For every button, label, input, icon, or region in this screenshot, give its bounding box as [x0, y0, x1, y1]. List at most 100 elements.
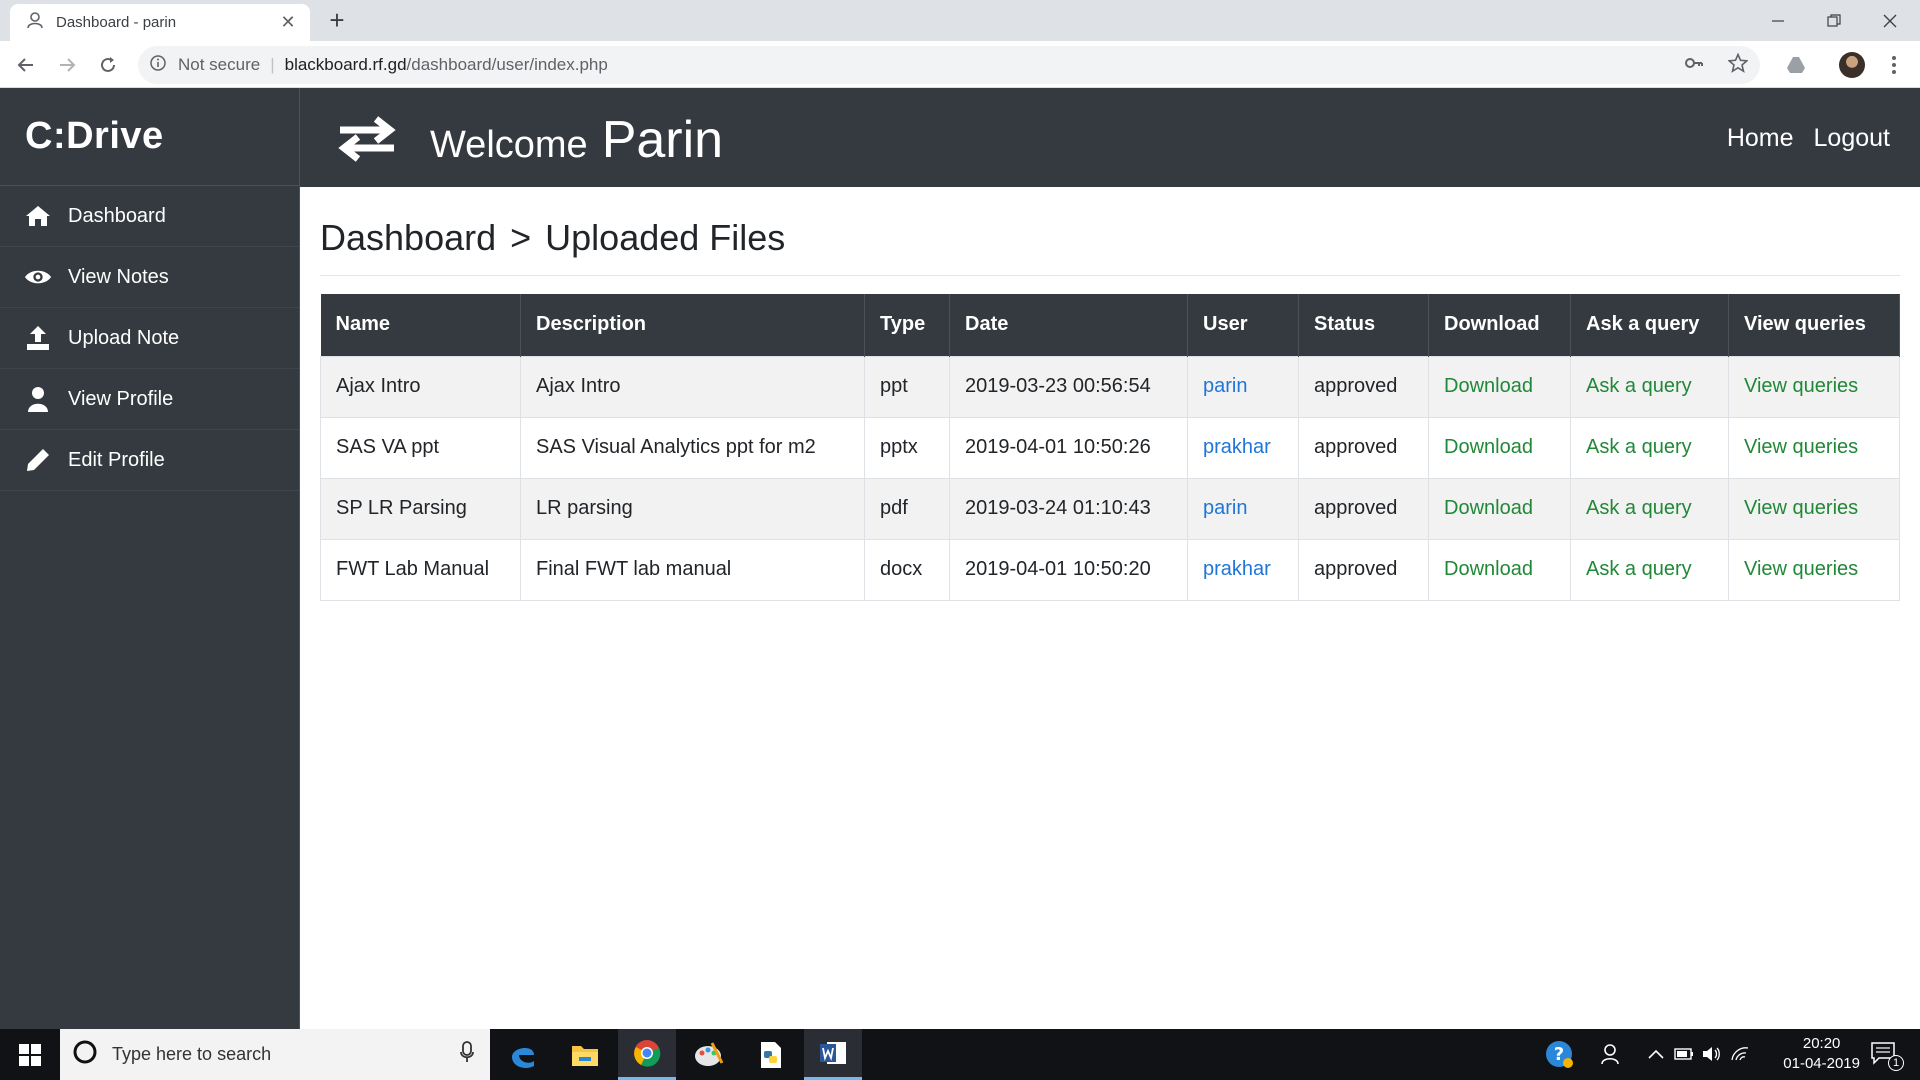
table-row: Ajax Intro Ajax Intro ppt 2019-03-23 00:… [320, 355, 1900, 418]
ask-query-link[interactable]: Ask a query [1586, 436, 1692, 458]
people-icon[interactable] [1598, 1041, 1626, 1067]
forward-icon[interactable] [51, 49, 83, 81]
close-window-icon[interactable] [1862, 0, 1918, 41]
user-link[interactable]: parin [1203, 497, 1247, 519]
status-cell: approved [1298, 416, 1429, 479]
show-hidden-icons-chevron[interactable] [1644, 1041, 1668, 1067]
status-cell: approved [1298, 477, 1429, 540]
column-header: Description [520, 294, 865, 356]
sidebar-item-upload-note[interactable]: Upload Note [0, 308, 299, 369]
download-link[interactable]: Download [1444, 497, 1533, 519]
extension-drive-icon[interactable] [1780, 49, 1812, 81]
user-cell: parin [1187, 355, 1299, 418]
taskbar-search-input[interactable]: Type here to search [60, 1029, 490, 1080]
home-link[interactable]: Home [1727, 124, 1794, 153]
battery-icon[interactable] [1672, 1041, 1696, 1067]
description-cell: Ajax Intro [520, 355, 865, 418]
account-avatar[interactable] [1836, 49, 1868, 81]
chrome-icon[interactable] [618, 1029, 676, 1080]
brand-logo[interactable]: C:Drive [0, 88, 299, 186]
word-app-icon[interactable] [804, 1029, 862, 1080]
ask-cell: Ask a query [1570, 477, 1729, 540]
notification-center-icon[interactable]: 1 [1864, 1041, 1904, 1071]
download-link[interactable]: Download [1444, 436, 1533, 458]
back-icon[interactable] [10, 49, 42, 81]
info-icon[interactable] [150, 54, 166, 76]
url-path: /dashboard/user/index.php [406, 55, 608, 74]
volume-icon[interactable] [1700, 1041, 1724, 1067]
download-link[interactable]: Download [1444, 375, 1533, 397]
table-header-row: Name Description Type Date User Status D… [320, 294, 1900, 356]
top-navbar: Welcome Parin Home Logout [300, 88, 1920, 187]
key-icon[interactable] [1684, 53, 1704, 78]
breadcrumb-current: Uploaded Files [545, 217, 786, 258]
ask-query-link[interactable]: Ask a query [1586, 497, 1692, 519]
column-header: View queries [1728, 294, 1900, 356]
type-cell: pptx [864, 416, 950, 479]
profile-icon [26, 11, 44, 34]
security-label: Not secure [178, 55, 261, 74]
description-cell: LR parsing [520, 477, 865, 540]
system-clock[interactable]: 20:20 01-04-2019 [1783, 1034, 1860, 1074]
download-link[interactable]: Download [1444, 558, 1533, 580]
table-row: SAS VA ppt SAS Visual Analytics ppt for … [320, 416, 1900, 479]
minimize-icon[interactable] [1750, 0, 1806, 41]
sidebar-item-view-notes[interactable]: View Notes [0, 247, 299, 308]
ask-query-link[interactable]: Ask a query [1586, 375, 1692, 397]
paint-app-icon[interactable] [680, 1029, 738, 1080]
user-link[interactable]: prakhar [1203, 436, 1271, 458]
view-queries-link[interactable]: View queries [1744, 436, 1858, 458]
python-file-icon[interactable] [742, 1029, 800, 1080]
sidebar-item-label: View Profile [68, 387, 174, 410]
view-cell: View queries [1728, 538, 1900, 601]
address-bar[interactable]: Not secure | blackboard.rf.gd/dashboard/… [138, 46, 1760, 84]
browser-tab[interactable]: Dashboard - parin ✕ [10, 4, 310, 41]
edge-browser-icon[interactable] [494, 1029, 552, 1080]
notification-count: 1 [1888, 1055, 1904, 1071]
home-icon [24, 202, 52, 230]
ask-cell: Ask a query [1570, 538, 1729, 601]
sidebar: C:Drive Dashboard View Notes Upload Note… [0, 88, 300, 1029]
wifi-icon[interactable] [1728, 1041, 1752, 1067]
sidebar-item-view-profile[interactable]: View Profile [0, 369, 299, 430]
restore-icon[interactable] [1806, 0, 1862, 41]
help-icon[interactable]: ? [1544, 1041, 1574, 1068]
file-name-cell: SP LR Parsing [320, 477, 521, 540]
view-queries-link[interactable]: View queries [1744, 497, 1858, 519]
sidebar-toggle-icon[interactable] [336, 116, 398, 162]
microphone-icon[interactable] [460, 1041, 474, 1068]
sidebar-item-edit-profile[interactable]: Edit Profile [0, 430, 299, 491]
pencil-icon [24, 446, 52, 474]
sidebar-item-label: Upload Note [68, 326, 180, 349]
column-header: Ask a query [1570, 294, 1729, 356]
user-link[interactable]: prakhar [1203, 558, 1271, 580]
ask-query-link[interactable]: Ask a query [1586, 558, 1692, 580]
cortana-circle-icon [72, 1039, 98, 1070]
breadcrumb-root[interactable]: Dashboard [320, 217, 496, 259]
ask-cell: Ask a query [1570, 416, 1729, 479]
windows-start-icon[interactable] [0, 1029, 60, 1080]
column-header: Type [864, 294, 950, 356]
menu-kebab-icon[interactable] [1878, 49, 1910, 81]
bookmark-star-icon[interactable] [1727, 52, 1749, 78]
view-queries-link[interactable]: View queries [1744, 375, 1858, 397]
file-explorer-icon[interactable] [556, 1029, 614, 1080]
user-icon [24, 385, 52, 413]
logout-link[interactable]: Logout [1814, 124, 1890, 153]
new-tab-button[interactable]: + [322, 6, 352, 36]
view-queries-link[interactable]: View queries [1744, 558, 1858, 580]
sidebar-item-label: Edit Profile [68, 448, 165, 471]
status-cell: approved [1298, 355, 1429, 418]
reload-icon[interactable] [92, 49, 124, 81]
upload-icon [24, 324, 52, 352]
table-row: SP LR Parsing LR parsing pdf 2019-03-24 … [320, 477, 1900, 540]
column-header: Date [949, 294, 1188, 356]
user-link[interactable]: parin [1203, 375, 1247, 397]
eye-icon [24, 263, 52, 291]
sidebar-item-dashboard[interactable]: Dashboard [0, 186, 299, 247]
tab-close-icon[interactable]: ✕ [278, 12, 298, 33]
download-cell: Download [1428, 416, 1571, 479]
clock-time: 20:20 [1802, 1035, 1841, 1052]
user-cell: prakhar [1187, 416, 1299, 479]
files-table: Name Description Type Date User Status D… [320, 294, 1900, 601]
